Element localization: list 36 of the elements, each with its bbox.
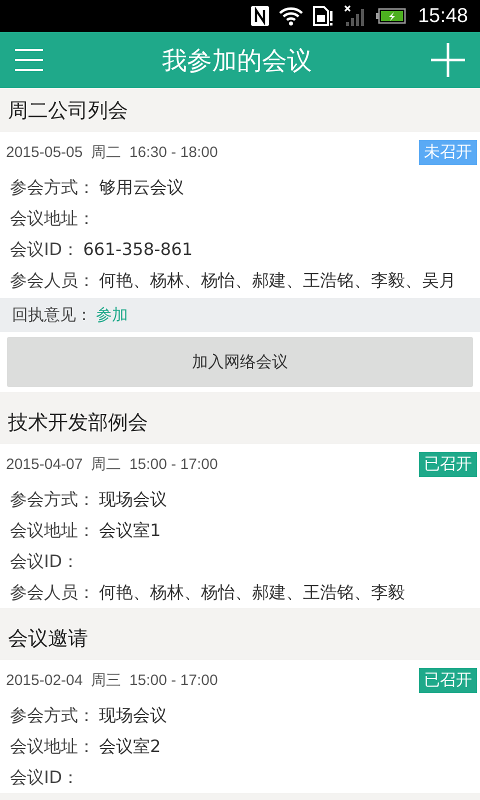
wifi-icon	[278, 6, 304, 26]
field-value: 会议室2	[99, 736, 161, 758]
reply-label: 回执意见：	[12, 304, 92, 326]
nfc-icon	[250, 5, 270, 27]
battery-charging-icon	[376, 8, 406, 24]
field-label: 参会人员：	[10, 582, 95, 604]
field-value: 会议室1	[99, 520, 161, 542]
reply-value: 参加	[96, 304, 128, 326]
menu-icon[interactable]	[14, 48, 44, 72]
status-badge: 已召开	[419, 668, 477, 692]
field-value: 现场会议	[99, 705, 167, 727]
field-label: 会议ID：	[10, 551, 80, 573]
field-value: 何艳、杨林、杨怡、郝建、王浩铭、李毅	[99, 582, 405, 604]
meeting-time: 2015-05-05 周二 16:30 - 18:00	[6, 142, 218, 162]
field-label: 会议ID：	[10, 767, 80, 789]
add-icon[interactable]	[430, 42, 466, 78]
status-badge: 已召开	[419, 452, 477, 476]
field-value: 661-358-861	[83, 240, 193, 260]
sim-card-icon	[312, 5, 334, 27]
field-label: 会议地址：	[10, 736, 95, 758]
field-value: 够用云会议	[99, 177, 184, 199]
field-label: 会议地址：	[10, 208, 95, 230]
field-label: 参会方式：	[10, 705, 95, 727]
join-meeting-button[interactable]: 加入网络会议	[7, 337, 473, 387]
field-value: 现场会议	[99, 489, 167, 511]
meeting-time: 2015-04-07 周二 15:00 - 17:00	[6, 454, 218, 474]
field-label: 参会方式：	[10, 489, 95, 511]
field-label: 会议ID：	[10, 239, 80, 261]
field-value: 何艳、杨林、杨怡、郝建、王浩铭、李毅、吴月	[99, 270, 456, 292]
field-label: 参会方式：	[10, 177, 95, 199]
field-label: 参会人员：	[10, 270, 95, 292]
clock-time: 15:48	[418, 4, 468, 28]
status-badge: 未召开	[419, 140, 477, 164]
field-label: 会议地址：	[10, 520, 95, 542]
meeting-time: 2015-02-04 周三 15:00 - 17:00	[6, 670, 218, 690]
page-title: 我参加的会议	[162, 44, 312, 76]
